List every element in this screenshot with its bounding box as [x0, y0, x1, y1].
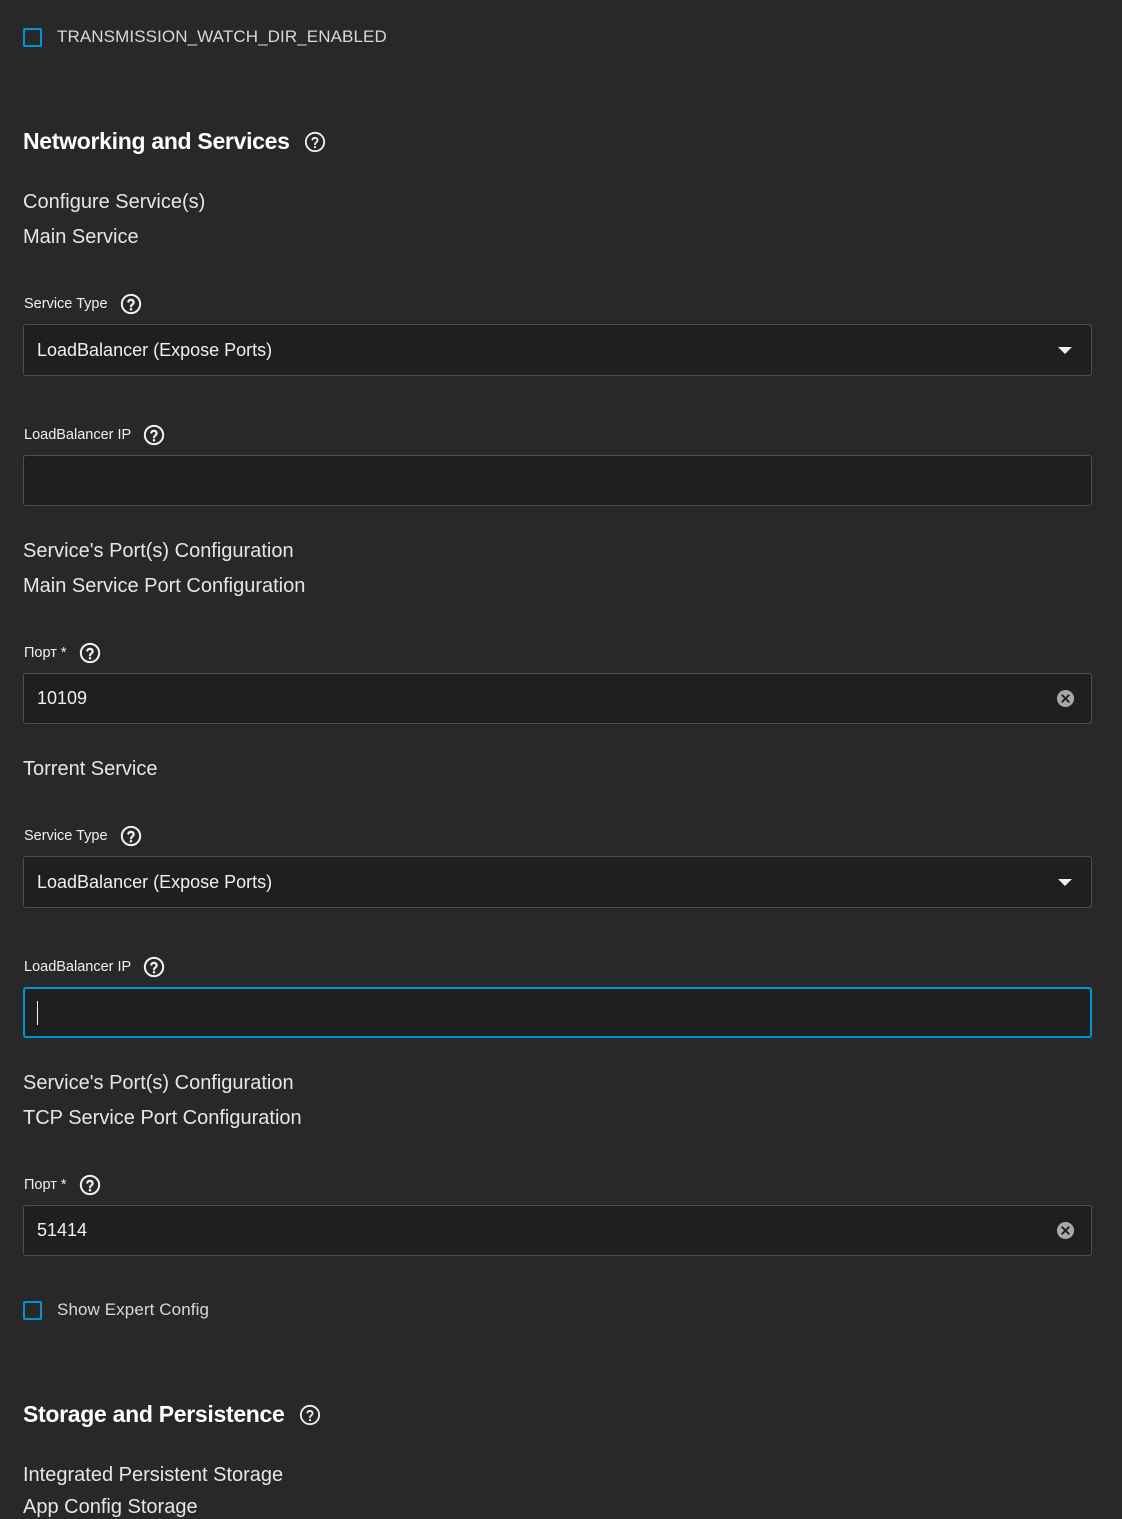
- main-port-value: 10109: [37, 688, 88, 708]
- cancel-circle-icon[interactable]: [1056, 1221, 1075, 1240]
- storage-section-title: Storage and Persistence: [23, 1401, 321, 1428]
- main-service-type-label: Service Type: [24, 293, 142, 315]
- torrent-port-label-text: Порт *: [24, 1177, 67, 1193]
- watch-dir-enabled-checkbox[interactable]: [23, 27, 42, 47]
- torrent-lb-ip-input[interactable]: [23, 987, 1092, 1038]
- integrated-storage-heading: Integrated Persistent Storage: [23, 1464, 284, 1486]
- text-cursor: [37, 1000, 38, 1025]
- app-config-storage-heading: App Config Storage: [23, 1496, 198, 1518]
- help-circle-icon[interactable]: [143, 424, 165, 446]
- torrent-service-heading: Torrent Service: [23, 758, 158, 780]
- help-circle-icon[interactable]: [120, 825, 142, 847]
- arrow-drop-down-icon[interactable]: [1058, 346, 1072, 354]
- show-expert-config-label: Show Expert Config: [57, 1300, 210, 1319]
- help-circle-outline-icon[interactable]: [299, 1404, 321, 1426]
- show-expert-config-checkbox[interactable]: [23, 1300, 42, 1320]
- arrow-drop-down-icon[interactable]: [1058, 878, 1072, 886]
- main-port-config-heading: Main Service Port Configuration: [23, 575, 306, 597]
- main-ports-heading: Service's Port(s) Configuration: [23, 540, 294, 562]
- torrent-lb-ip-label: LoadBalancer IP: [24, 956, 165, 978]
- main-port-label: Порт *: [24, 642, 101, 664]
- watch-dir-enabled-checkbox-row[interactable]: TRANSMISSION_WATCH_DIR_ENABLED: [23, 25, 387, 49]
- main-lb-ip-input[interactable]: [23, 455, 1092, 506]
- main-lb-ip-label-text: LoadBalancer IP: [24, 427, 132, 443]
- storage-title-text: Storage and Persistence: [23, 1401, 285, 1427]
- main-service-type-label-text: Service Type: [24, 296, 108, 312]
- configure-services-heading: Configure Service(s): [23, 191, 206, 213]
- torrent-service-type-value: LoadBalancer (Expose Ports): [37, 871, 273, 892]
- torrent-service-type-label: Service Type: [24, 825, 142, 847]
- torrent-port-value: 51414: [37, 1220, 88, 1240]
- torrent-port-label: Порт *: [24, 1174, 101, 1196]
- networking-section-title: Networking and Services: [23, 128, 326, 155]
- torrent-ports-heading: Service's Port(s) Configuration: [23, 1072, 294, 1094]
- help-circle-icon[interactable]: [143, 956, 165, 978]
- main-service-type-value: LoadBalancer (Expose Ports): [37, 339, 273, 360]
- main-port-input[interactable]: 10109: [23, 673, 1092, 724]
- main-port-label-text: Порт *: [24, 645, 67, 661]
- torrent-port-input[interactable]: 51414: [23, 1205, 1092, 1256]
- torrent-port-config-heading: TCP Service Port Configuration: [23, 1107, 302, 1129]
- torrent-lb-ip-label-text: LoadBalancer IP: [24, 959, 132, 975]
- torrent-service-type-select[interactable]: LoadBalancer (Expose Ports): [23, 856, 1092, 908]
- watch-dir-enabled-label: TRANSMISSION_WATCH_DIR_ENABLED: [57, 27, 387, 46]
- networking-title-text: Networking and Services: [23, 128, 290, 154]
- main-service-heading: Main Service: [23, 226, 139, 248]
- help-circle-outline-icon[interactable]: [304, 131, 326, 153]
- help-circle-icon[interactable]: [120, 293, 142, 315]
- cancel-circle-icon[interactable]: [1056, 689, 1075, 708]
- main-lb-ip-label: LoadBalancer IP: [24, 424, 165, 446]
- main-service-type-select[interactable]: LoadBalancer (Expose Ports): [23, 324, 1092, 376]
- help-circle-icon[interactable]: [79, 642, 101, 664]
- help-circle-icon[interactable]: [79, 1174, 101, 1196]
- show-expert-config-row[interactable]: Show Expert Config: [23, 1298, 209, 1322]
- torrent-service-type-label-text: Service Type: [24, 828, 108, 844]
